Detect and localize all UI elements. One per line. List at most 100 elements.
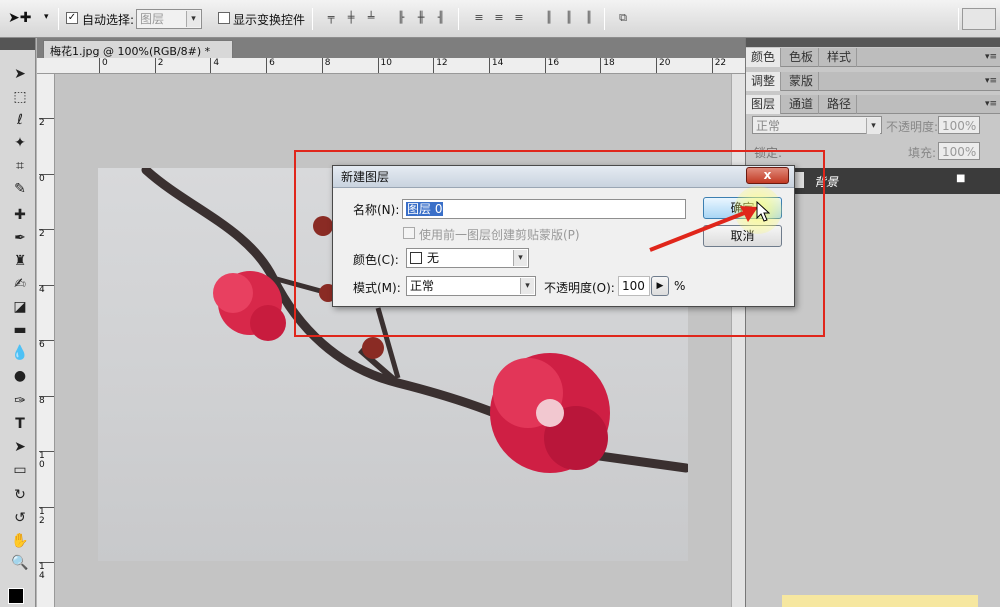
tab-layers[interactable]: 图层 xyxy=(746,95,782,114)
crop-tool-icon[interactable]: ⌗ xyxy=(9,156,31,176)
color-panel-tabs: 颜色 色板 样式 ▾≡ xyxy=(746,48,1000,67)
layer-opacity-input[interactable]: 100% xyxy=(938,116,980,134)
magic-wand-icon[interactable]: ✦ xyxy=(9,133,31,153)
distribute-vcenter-icon[interactable]: ≡ xyxy=(490,11,508,25)
panel-dock-header[interactable] xyxy=(746,38,1000,47)
align-vcenter-icon[interactable]: ╪ xyxy=(342,11,360,25)
ruler-tick-label: 22 xyxy=(711,58,726,73)
distribute-top-icon[interactable]: ≡ xyxy=(470,11,488,25)
panel-menu-icon[interactable]: ▾≡ xyxy=(985,99,997,109)
eraser-icon[interactable]: ◪ xyxy=(9,297,31,317)
options-bar: ➤✚ ▾ ✓ 自动选择: 图层 ▾ 显示变换控件 ╤ ╪ ╧ ╟ ╫ ╢ ≡ ≡ … xyxy=(0,0,1000,38)
opacity-input[interactable]: 100 xyxy=(618,276,650,296)
align-right-icon[interactable]: ╢ xyxy=(432,11,450,25)
mode-select[interactable]: 正常 ▾ xyxy=(406,276,536,296)
hand-tool-icon[interactable]: ✋ xyxy=(9,531,31,551)
horizontal-ruler: 0 2 4 6 8 10 12 14 16 18 20 22 xyxy=(37,58,745,74)
document-tab[interactable]: 梅花1.jpg @ 100%(RGB/8#) * × xyxy=(43,40,233,72)
opacity-slider-button[interactable]: ▶ xyxy=(651,276,669,296)
show-transform-label: 显示变换控件 xyxy=(233,13,306,27)
annotation-arrow xyxy=(649,206,758,252)
ruler-tick-label: 8 xyxy=(321,58,331,73)
lock-label: 锁定: xyxy=(754,146,783,160)
ruler-tick-label: 2 xyxy=(39,118,54,128)
clone-stamp-icon[interactable]: ♜ xyxy=(9,251,31,271)
ruler-tick-label: 12 xyxy=(433,58,448,73)
show-transform-checkbox[interactable] xyxy=(218,12,230,24)
panels-dock: 颜色 色板 样式 ▾≡ 调整 蒙版 ▾≡ 图层 通道 路径 ▾≡ 正常 ▾ 不透明… xyxy=(745,38,1000,607)
clip-mask-checkbox[interactable] xyxy=(403,227,415,239)
auto-select-dropdown[interactable]: 图层 ▾ xyxy=(136,9,202,29)
tab-styles[interactable]: 样式 xyxy=(822,48,858,67)
ruler-tick-label: 14 xyxy=(488,58,503,73)
blend-mode-select[interactable]: 正常 ▾ xyxy=(752,116,882,134)
auto-select-checkbox[interactable]: ✓ xyxy=(66,12,78,24)
distribute-hcenter-icon[interactable]: ║ xyxy=(560,11,578,25)
auto-select-label: 自动选择: xyxy=(82,13,135,27)
panel-menu-icon[interactable]: ▾≡ xyxy=(985,76,997,86)
align-top-icon[interactable]: ╤ xyxy=(322,11,340,25)
close-icon[interactable]: x xyxy=(746,167,789,184)
align-hcenter-icon[interactable]: ╫ xyxy=(412,11,430,25)
ruler-tick-label: 18 xyxy=(600,58,615,73)
ruler-tick-label: 0 xyxy=(39,173,54,184)
mouse-cursor-icon xyxy=(756,201,770,222)
watermark-logo xyxy=(782,595,978,607)
fill-label: 填充: xyxy=(908,146,937,160)
distribute-bottom-icon[interactable]: ≡ xyxy=(510,11,528,25)
dodge-tool-icon[interactable]: ● xyxy=(9,366,31,386)
lasso-tool-icon[interactable]: ℓ xyxy=(9,110,31,130)
ruler-tick-label: 20 xyxy=(656,58,670,73)
panel-menu-icon[interactable]: ▾≡ xyxy=(985,52,997,62)
ruler-tick-label: 10 xyxy=(377,58,392,73)
distribute-right-icon[interactable]: ║ xyxy=(580,11,598,25)
eyedropper-icon[interactable]: ✎ xyxy=(9,179,31,199)
ruler-tick-label: 6 xyxy=(39,340,54,350)
color-select[interactable]: 无 ▾ xyxy=(406,248,529,268)
clip-mask-label: 使用前一图层创建剪贴蒙版(P) xyxy=(419,228,580,242)
large-flower xyxy=(490,353,610,473)
layer-name: 背景 xyxy=(814,175,839,189)
tab-color[interactable]: 颜色 xyxy=(746,48,782,67)
history-brush-icon[interactable]: ✍ xyxy=(9,274,31,294)
tab-adjustments[interactable]: 调整 xyxy=(746,72,782,91)
tab-swatches[interactable]: 色板 xyxy=(784,48,820,67)
ruler-tick-label: 1 2 xyxy=(39,506,54,526)
brush-tool-icon[interactable]: ✒ xyxy=(9,228,31,248)
opacity-unit: % xyxy=(674,279,686,293)
tab-channels[interactable]: 通道 xyxy=(784,95,820,114)
workspace-switcher[interactable] xyxy=(962,8,996,30)
align-bottom-icon[interactable]: ╧ xyxy=(362,11,380,25)
healing-brush-icon[interactable]: ✚ xyxy=(9,205,31,225)
blur-tool-icon[interactable]: 💧 xyxy=(9,343,31,363)
foreground-color-swatch[interactable] xyxy=(8,588,24,604)
distribute-left-icon[interactable]: ║ xyxy=(540,11,558,25)
tab-masks[interactable]: 蒙版 xyxy=(784,72,820,91)
ruler-tick-label: 1 4 xyxy=(39,562,54,581)
move-tool-icon[interactable]: ➤ xyxy=(9,64,31,84)
move-tool-icon[interactable]: ➤✚ xyxy=(8,10,31,26)
ruler-tick-label: 4 xyxy=(39,284,54,295)
gradient-tool-icon[interactable]: ▬ xyxy=(9,320,31,340)
vertical-ruler: 2 0 2 4 6 8 1 0 1 2 1 4 xyxy=(37,74,55,607)
type-tool-icon[interactable]: T xyxy=(9,414,31,434)
align-left-icon[interactable]: ╟ xyxy=(392,11,410,25)
tab-paths[interactable]: 路径 xyxy=(822,95,858,114)
3d-rotate-icon[interactable]: ↻ xyxy=(9,485,31,505)
color-label: 颜色(C): xyxy=(353,253,399,267)
ruler-tick-label: 2 xyxy=(154,58,163,73)
opacity-label: 不透明度(O): xyxy=(544,281,615,295)
ruler-tick-label: 1 0 xyxy=(39,451,54,470)
shape-tool-icon[interactable]: ▭ xyxy=(9,460,31,480)
ruler-tick-label: 6 xyxy=(266,58,275,73)
pen-tool-icon[interactable]: ✑ xyxy=(9,391,31,411)
zoom-tool-icon[interactable]: 🔍 xyxy=(9,553,31,573)
toolbox-header[interactable] xyxy=(0,38,35,50)
tool-preset-dropdown[interactable]: ▾ xyxy=(44,12,49,22)
path-selection-icon[interactable]: ➤ xyxy=(9,437,31,457)
marquee-tool-icon[interactable]: ⬚ xyxy=(9,87,31,107)
fill-input[interactable]: 100% xyxy=(938,142,980,160)
vertical-scrollbar[interactable] xyxy=(731,74,745,607)
3d-orbit-icon[interactable]: ↺ xyxy=(9,508,31,528)
auto-align-icon[interactable]: ⧉ xyxy=(614,11,632,25)
